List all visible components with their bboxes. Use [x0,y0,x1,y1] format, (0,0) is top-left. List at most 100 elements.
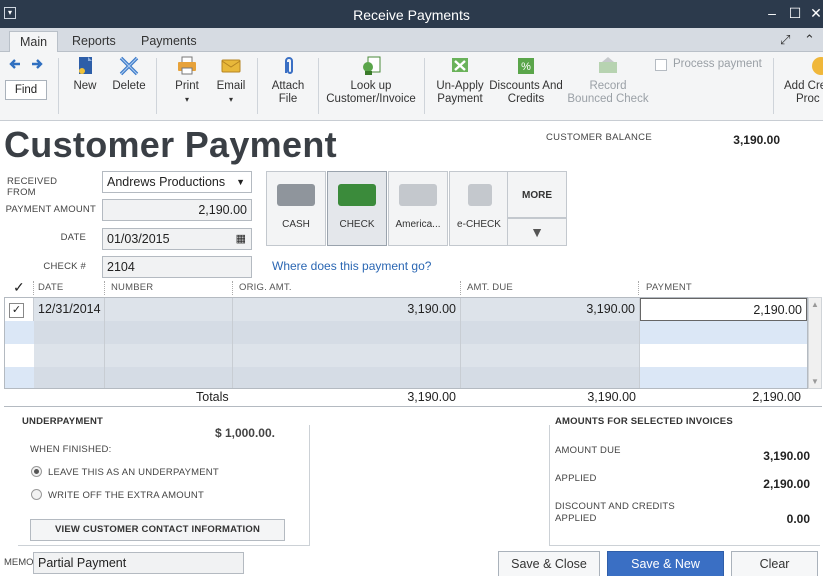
payment-method-echeck[interactable]: e-CHECK [449,171,509,246]
write-off-radio[interactable] [31,489,42,500]
row-checkbox[interactable]: ✓ [5,298,34,321]
credit-card-icon [399,184,437,206]
applied-value: 2,190.00 [763,477,810,491]
date-field[interactable]: 01/03/2015 ▦ [102,228,252,250]
save-new-button[interactable]: Save & New [607,551,724,576]
tab-payments[interactable]: Payments [131,31,207,52]
leave-underpayment-radio[interactable] [31,466,42,477]
totals-amt-due: 3,190.00 [587,390,636,404]
when-finished-label: WHEN FINISHED: [30,444,112,455]
payment-method-check[interactable]: CHECK [327,171,387,246]
table-row[interactable] [5,321,807,344]
memo-field[interactable]: Partial Payment [33,552,244,574]
process-payment-label: Process payment [673,58,762,70]
payment-amount-field[interactable]: 2,190.00 [102,199,252,221]
check-icon [338,184,376,206]
maximize-icon[interactable]: ☐ [785,3,805,23]
window-title: Receive Payments [353,7,470,23]
leave-underpayment-label[interactable]: LEAVE THIS AS AN UNDERPAYMENT [48,467,219,478]
toolbar: Find New Delete Print ▾ Email ▾ Attach File… [0,52,823,121]
expand-icon[interactable]: ⤢ [780,32,790,48]
row-amt-due: 3,190.00 [461,298,640,321]
save-close-button[interactable]: Save & Close [498,551,600,576]
add-credit-card-processing-button[interactable]: Add Cre Proc [784,56,823,106]
new-button[interactable]: New [70,56,100,93]
column-header-payment[interactable]: PAYMENT [646,282,692,293]
received-from-label: RECEIVED FROM [7,176,58,198]
email-button[interactable]: Email ▾ [214,56,248,106]
column-header-amt-due[interactable]: AMT. DUE [467,282,513,293]
totals-orig-amt: 3,190.00 [407,390,456,404]
view-customer-contact-button[interactable]: VIEW CUSTOMER CONTACT INFORMATION [30,519,285,541]
title-bar: ▾ Receive Payments – ☐ ✕ [0,0,823,28]
column-header-number[interactable]: NUMBER [111,282,153,293]
discounts-credits-button[interactable]: % Discounts And Credits [488,56,564,106]
select-all-checkmark-icon[interactable]: ✓ [13,279,25,296]
process-payment-checkbox[interactable] [655,59,667,71]
clear-button[interactable]: Clear [731,551,818,576]
row-date: 12/31/2014 [34,298,105,321]
delete-x-icon [119,56,139,76]
invoice-grid-header: ✓ DATE NUMBER ORIG. AMT. AMT. DUE PAYMEN… [4,279,822,297]
discount-credits-applied-label: APPLIED [555,513,597,524]
unapply-icon [452,58,468,72]
previous-arrow-icon[interactable] [9,58,21,70]
minimize-icon[interactable]: – [762,3,782,23]
page-title: Customer Payment [4,124,337,165]
memo-label: MEMO [4,557,34,568]
grid-scrollbar[interactable]: ▲ ▼ [808,297,822,389]
invoice-grid: ✓ 12/31/2014 3,190.00 3,190.00 2,190.00 [4,297,808,389]
discount-credits-label: DISCOUNT AND CREDITS [555,501,675,512]
scroll-up-icon[interactable]: ▲ [811,300,819,309]
collapse-ribbon-icon[interactable]: ⌃ [804,32,815,48]
lookup-customer-invoice-button[interactable]: Look up Customer/Invoice [324,56,418,106]
column-header-date[interactable]: DATE [38,282,63,293]
write-off-label[interactable]: WRITE OFF THE EXTRA AMOUNT [48,490,204,501]
checkmark-icon: ✓ [9,303,24,318]
check-number-field[interactable]: 2104 [102,256,252,278]
print-button[interactable]: Print ▾ [172,56,202,106]
paperclip-icon [285,57,293,74]
tab-reports[interactable]: Reports [62,31,126,52]
attach-file-button[interactable]: Attach File [268,56,308,106]
date-label: DATE [60,232,86,243]
close-icon[interactable]: ✕ [806,3,823,23]
tab-main[interactable]: Main [9,31,59,52]
next-arrow-icon[interactable] [31,58,43,70]
amount-due-label: AMOUNT DUE [555,445,621,456]
ribbon-tabs: Main Reports Payments ⤢ ⌃ [0,28,823,52]
payment-method-american-express[interactable]: America... [388,171,448,246]
table-row[interactable]: ✓ 12/31/2014 3,190.00 3,190.00 2,190.00 [5,298,807,321]
printer-icon [178,56,196,75]
underpayment-title: UNDERPAYMENT [22,416,104,427]
table-row[interactable] [5,367,807,388]
record-bounced-check-button[interactable]: Record Bounced Check [566,56,650,106]
bounced-check-icon [599,57,617,73]
totals-payment: 2,190.00 [752,390,801,404]
where-payment-goes-link[interactable]: Where does this payment go? [272,259,431,273]
customer-balance-value: 3,190.00 [733,133,780,147]
delete-button[interactable]: Delete [110,56,148,93]
amounts-title: AMOUNTS FOR SELECTED INVOICES [555,416,733,427]
echeck-icon [468,184,492,206]
totals-label: Totals [196,390,229,404]
calendar-icon[interactable]: ▦ [236,229,246,249]
received-from-dropdown[interactable]: Andrews Productions ▼ [102,171,252,193]
envelope-icon [221,59,241,73]
payment-method-cash[interactable]: CASH [266,171,326,246]
cash-icon [277,184,315,206]
table-row[interactable] [5,344,807,367]
payment-amount-label: PAYMENT AMOUNT [5,204,96,215]
find-button[interactable]: Find [5,80,47,100]
row-payment[interactable]: 2,190.00 [640,298,807,321]
column-header-orig-amt[interactable]: ORIG. AMT. [239,282,292,293]
payment-method-more-dropdown[interactable]: ▼ [507,218,567,246]
customer-balance-label: CUSTOMER BALANCE [546,132,652,143]
scroll-down-icon[interactable]: ▼ [811,377,819,386]
unapply-payment-button[interactable]: Un-Apply Payment [433,56,487,106]
svg-text:%: % [521,61,531,73]
row-orig-amt: 3,190.00 [233,298,461,321]
chevron-down-icon: ▼ [530,224,544,240]
check-number-label: CHECK # [43,261,86,272]
payment-method-more[interactable]: MORE [507,171,567,218]
